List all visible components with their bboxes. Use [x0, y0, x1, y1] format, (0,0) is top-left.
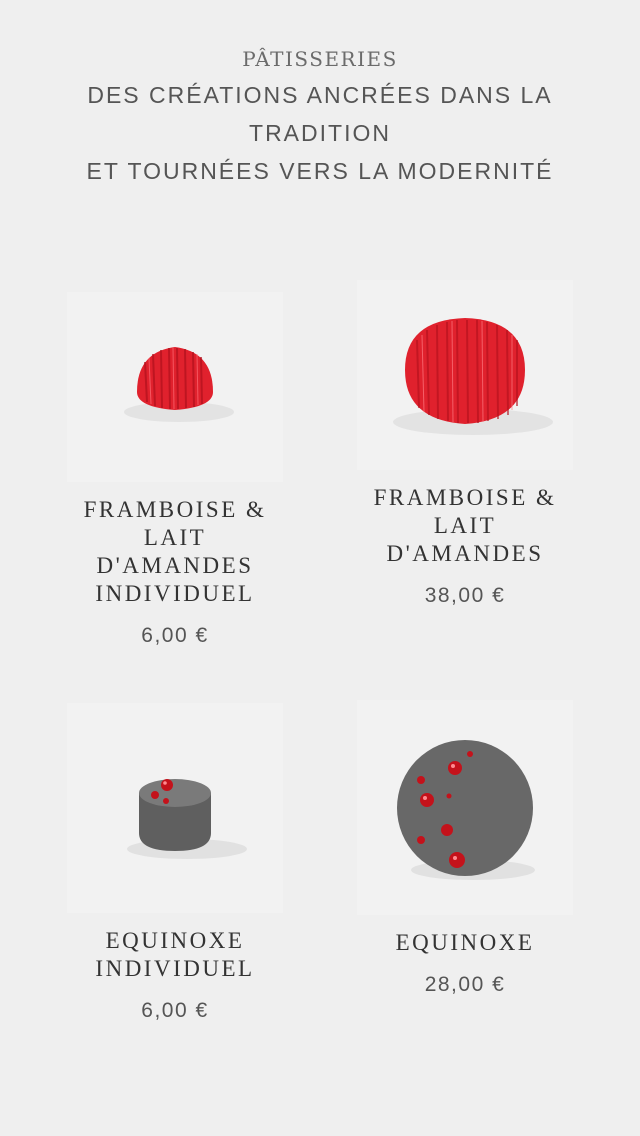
product-name[interactable]: FRAMBOISE & LAIT D'AMANDES [357, 484, 573, 568]
raspberry-cake-small-image [124, 347, 234, 422]
product-card[interactable]: FRAMBOISE & LAIT D'AMANDES 38,00 € [357, 280, 573, 608]
headline-line-1: DES CRÉATIONS ANCRÉES DANS LA TRADITION [87, 82, 553, 146]
page-header: PÂTISSERIES DES CRÉATIONS ANCRÉES DANS L… [0, 44, 640, 190]
raspberry-cake-large-image [393, 318, 553, 435]
product-price: 6,00 € [141, 999, 209, 1022]
product-price: 6,00 € [141, 624, 209, 647]
product-name[interactable]: FRAMBOISE & LAIT D'AMANDES INDIVIDUEL [67, 496, 283, 608]
section-kicker: PÂTISSERIES [242, 47, 398, 71]
headline-line-2: ET TOURNÉES VERS LA MODERNITÉ [86, 158, 554, 184]
product-card[interactable]: EQUINOXE INDIVIDUEL 6,00 € [67, 703, 283, 1023]
product-photo-framboise-individuel[interactable] [67, 292, 283, 482]
product-photo-equinoxe[interactable] [357, 700, 573, 915]
section-headline: DES CRÉATIONS ANCRÉES DANS LA TRADITION … [70, 76, 570, 190]
equinoxe-cake-small-image [127, 779, 247, 859]
equinoxe-cake-large-image [397, 740, 535, 880]
product-card[interactable]: FRAMBOISE & LAIT D'AMANDES INDIVIDUEL 6,… [67, 292, 283, 648]
product-name[interactable]: EQUINOXE [357, 929, 573, 957]
product-price: 28,00 € [424, 973, 506, 996]
product-photo-framboise[interactable] [357, 280, 573, 470]
product-card[interactable]: EQUINOXE 28,00 € [357, 700, 573, 997]
product-name[interactable]: EQUINOXE INDIVIDUEL [67, 927, 283, 983]
product-photo-equinoxe-individuel[interactable] [67, 703, 283, 913]
product-price: 38,00 € [424, 584, 506, 607]
